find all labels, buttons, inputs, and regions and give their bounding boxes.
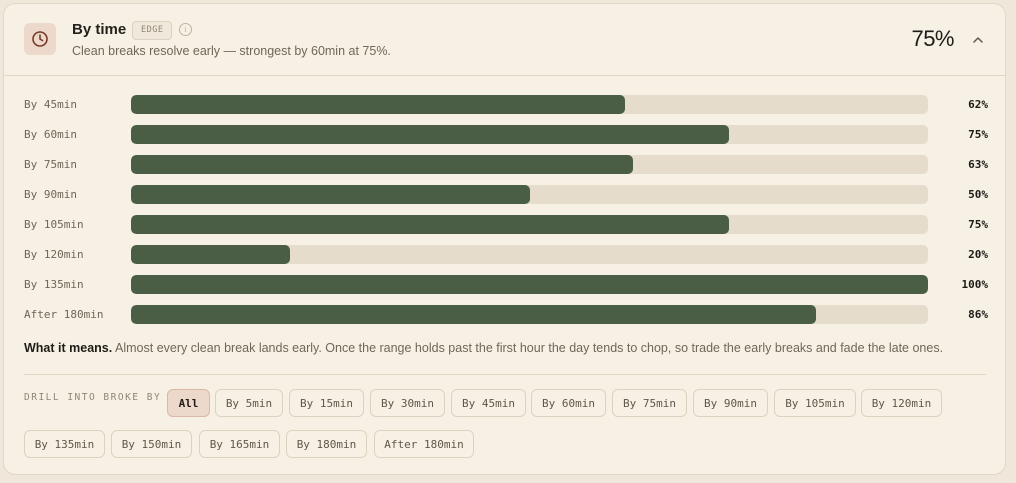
bar-track xyxy=(131,95,928,114)
row-label: By 60min xyxy=(24,128,77,141)
row-percentage: 20% xyxy=(968,248,988,261)
bar-track xyxy=(131,185,928,204)
meaning-text: Almost every clean break lands early. On… xyxy=(115,341,944,355)
bar-fill xyxy=(131,155,634,174)
bar-fill xyxy=(131,275,928,294)
by-time-card: By time EDGE i Clean breaks resolve earl… xyxy=(3,3,1006,475)
row-percentage: 75% xyxy=(968,128,988,141)
bar-fill xyxy=(131,95,626,114)
drill-chip[interactable]: By 135min xyxy=(24,430,105,458)
info-icon[interactable]: i xyxy=(179,23,192,36)
row-label: By 75min xyxy=(24,158,77,171)
row-label: After 180min xyxy=(24,308,104,321)
row-percentage: 100% xyxy=(961,278,989,291)
meaning-lead: What it means. xyxy=(24,341,113,355)
card-header[interactable]: By time EDGE i Clean breaks resolve earl… xyxy=(4,4,1005,76)
bar-fill xyxy=(131,185,530,204)
bar-row: By 90min 50% xyxy=(24,181,988,211)
drill-chip[interactable]: By 60min xyxy=(531,389,606,417)
drill-chip[interactable]: After 180min xyxy=(374,430,474,458)
drill-chip[interactable]: By 45min xyxy=(451,389,526,417)
bar-fill xyxy=(131,305,817,324)
drill-chip[interactable]: By 105min xyxy=(774,389,856,417)
row-percentage: 75% xyxy=(968,218,988,231)
row-percentage: 86% xyxy=(968,308,988,321)
drill-chip[interactable]: By 120min xyxy=(861,389,942,417)
row-percentage: 63% xyxy=(968,158,988,171)
bar-fill xyxy=(131,125,729,144)
headline-percentage: 75% xyxy=(911,26,954,51)
bar-fill xyxy=(131,245,291,264)
bar-track xyxy=(131,275,928,294)
bar-track xyxy=(131,215,928,234)
bar-row: By 135min 100% xyxy=(24,271,988,301)
divider xyxy=(24,374,986,375)
drill-chip[interactable]: All xyxy=(167,389,210,417)
drill-chip[interactable]: By 15min xyxy=(289,389,364,417)
bar-track xyxy=(131,125,928,144)
clock-icon xyxy=(24,23,56,55)
drill-chip[interactable]: By 150min xyxy=(111,430,192,458)
drill-chip[interactable]: By 165min xyxy=(199,430,280,458)
drill-chip[interactable]: By 5min xyxy=(215,389,283,417)
bar-rows: By 45min 62% By 60min 75% By 75min 63% By 90mi… xyxy=(24,91,988,331)
bar-row: By 60min 75% xyxy=(24,121,988,151)
bar-row: By 105min 75% xyxy=(24,211,988,241)
bar-row: By 45min 62% xyxy=(24,91,988,121)
row-percentage: 62% xyxy=(968,98,988,111)
drill-chip[interactable]: By 30min xyxy=(370,389,445,417)
drill-chip[interactable]: By 180min xyxy=(286,430,367,458)
card-title: By time xyxy=(72,21,127,38)
what-it-means: What it means. Almost every clean break … xyxy=(24,341,988,355)
bar-row: By 75min 63% xyxy=(24,151,988,181)
row-label: By 90min xyxy=(24,188,77,201)
drill-chip[interactable]: By 90min xyxy=(693,389,768,417)
bar-track xyxy=(131,155,928,174)
drill-label: DRILL INTO BROKE BY xyxy=(24,392,162,403)
drill-chip[interactable]: By 75min xyxy=(612,389,687,417)
bar-fill xyxy=(131,215,729,234)
row-label: By 105min xyxy=(24,218,84,231)
chevron-up-icon[interactable] xyxy=(971,33,985,47)
bar-row: After 180min 86% xyxy=(24,301,988,331)
bar-track xyxy=(131,305,928,324)
bar-row: By 120min 20% xyxy=(24,241,988,271)
row-percentage: 50% xyxy=(968,188,988,201)
edge-badge: EDGE xyxy=(132,21,173,40)
row-label: By 45min xyxy=(24,98,77,111)
row-label: By 135min xyxy=(24,278,84,291)
card-subtitle: Clean breaks resolve early — strongest b… xyxy=(72,44,391,58)
row-label: By 120min xyxy=(24,248,84,261)
bar-track xyxy=(131,245,928,264)
